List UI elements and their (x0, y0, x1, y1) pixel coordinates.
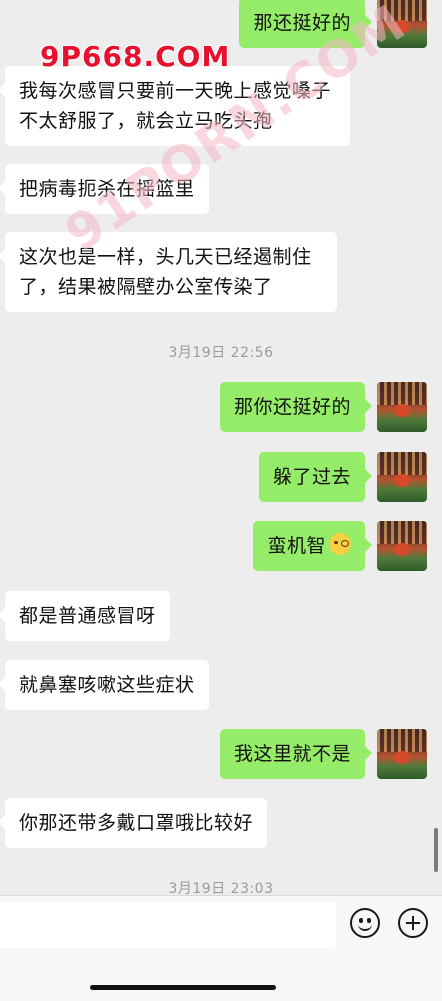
message-text: 我这里就不是 (233, 743, 351, 765)
message-bubble-received[interactable]: 这次也是一样，头几天已经遏制住了，结果被隔壁办公室传染了 (0, 232, 337, 312)
message-input[interactable] (0, 902, 336, 948)
message-bubble-sent[interactable]: 那你还挺好的 (219, 382, 373, 432)
user-avatar[interactable] (377, 729, 427, 779)
user-avatar[interactable] (377, 452, 427, 502)
message-text: 这次也是一样，头几天已经遏制住了，结果被隔壁办公室传染了 (19, 246, 312, 298)
message-text: 就鼻塞咳嗽这些症状 (19, 674, 195, 696)
message-bubble-received[interactable]: 就鼻塞咳嗽这些症状 (0, 660, 209, 710)
scrollbar[interactable] (434, 828, 438, 872)
plus-circle-icon[interactable] (398, 908, 428, 938)
message-text: 那还挺好的 (253, 12, 351, 34)
message-bubble-received[interactable]: 你那还带多戴口罩哦比较好 (0, 798, 268, 848)
timestamp: 3月19日 22:56 (168, 345, 274, 361)
home-indicator[interactable] (90, 985, 276, 990)
thinking-face-icon (329, 533, 351, 555)
message-text: 躲了过去 (272, 466, 351, 488)
message-bubble-received[interactable]: 我每次感冒只要前一天晚上感觉嗓子不太舒服了，就会立马吃头孢 (0, 66, 350, 146)
chat-message-list[interactable]: 那还挺好的 我每次感冒只要前一天晚上感觉嗓子不太舒服了，就会立马吃头孢 把病毒扼… (0, 0, 442, 895)
timestamp: 3月19日 23:03 (168, 881, 274, 895)
message-bubble-sent[interactable]: 那还挺好的 (239, 0, 372, 48)
message-bubble-sent[interactable]: 我这里就不是 (219, 729, 373, 779)
message-row-sent: 那还挺好的 (0, 0, 442, 48)
message-text: 你那还带多戴口罩哦比较好 (19, 812, 254, 834)
message-text: 蛮机智 (267, 535, 326, 557)
message-bubble-received[interactable]: 都是普通感冒呀 (0, 591, 170, 641)
message-text: 把病毒扼杀在摇篮里 (19, 178, 195, 200)
user-avatar[interactable] (377, 382, 427, 432)
message-bubble-sent[interactable]: 蛮机智 (253, 521, 372, 571)
message-text: 我每次感冒只要前一天晚上感觉嗓子不太舒服了，就会立马吃头孢 (19, 80, 332, 132)
message-bubble-received[interactable]: 把病毒扼杀在摇篮里 (0, 164, 209, 214)
message-text: 都是普通感冒呀 (19, 605, 156, 627)
message-text: 那你还挺好的 (233, 396, 351, 418)
user-avatar[interactable] (377, 521, 427, 571)
message-bubble-sent[interactable]: 躲了过去 (258, 452, 373, 502)
smiley-face-icon[interactable] (350, 908, 380, 938)
user-avatar[interactable] (377, 0, 427, 48)
